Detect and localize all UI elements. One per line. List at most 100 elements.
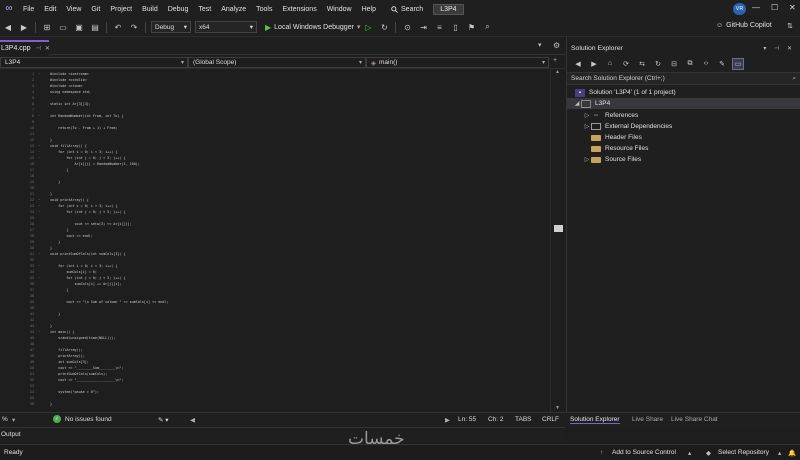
find-icon[interactable]: ⌕ [481,21,493,33]
scroll-right-icon[interactable]: ▶ [445,416,450,424]
close-window-icon[interactable]: ✕ [789,3,796,12]
issues-indicator[interactable]: ✓ No issues found [53,415,112,423]
menu-analyze[interactable]: Analyze [216,6,251,13]
code-line[interactable]: 56} [0,401,550,407]
back-icon[interactable]: ◀ [2,21,14,33]
add-to-source-control-button[interactable]: Add to Source Control [612,449,676,456]
chevron-down-icon: ▾ [358,60,362,66]
solution-name-badge[interactable]: L3P4 [433,3,464,15]
save-icon[interactable]: ▣ [73,21,85,33]
menu-project[interactable]: Project [105,6,137,13]
menu-view[interactable]: View [61,6,86,13]
tree-item-project[interactable]: ◢ L3P4 [567,98,800,109]
menu-extensions[interactable]: Extensions [277,6,321,13]
line-number-indicator[interactable]: Ln: 55 [458,416,476,423]
indentation-indicator[interactable]: TABS [515,416,532,423]
tree-item-resource-files[interactable]: Resource Files [567,143,800,154]
sync-icon[interactable]: ⇆ [636,58,648,70]
gear-icon[interactable]: ⚙ [553,41,560,50]
notifications-icon[interactable]: 🔔 [788,449,796,457]
scroll-left-icon[interactable]: ◀ [190,416,195,424]
project-dropdown[interactable]: L3P4 ▾ [0,57,188,68]
refresh-icon[interactable]: ↻ [652,58,664,70]
scope-dropdown[interactable]: (Global Scope) ▾ [188,57,366,68]
platform-select[interactable]: x64 ▾ [195,21,257,33]
scroll-up-icon[interactable]: ▲ [555,69,560,75]
tree-item-solution[interactable]: ▪ Solution 'L3P4' (1 of 1 project) [567,87,800,98]
line-ending-indicator[interactable]: CRLF [542,416,559,423]
scrollbar-thumb[interactable] [554,225,563,232]
forward-icon[interactable]: ▶ [18,21,30,33]
redo-icon[interactable]: ↷ [128,21,140,33]
tree-item-references[interactable]: ▷ ▫▫ References [567,110,800,121]
tab-l3p4-cpp[interactable]: L3P4.cpp ⊣ ✕ [0,40,50,55]
start-without-debugging-icon[interactable]: ▷ [362,21,374,33]
home-icon[interactable]: ⌂ [604,58,616,70]
split-editor-icon[interactable]: + [553,57,557,64]
pin-icon[interactable]: ⊣ [36,45,41,52]
select-repository-button[interactable]: Select Repository [718,449,769,456]
menu-debug[interactable]: Debug [163,6,194,13]
menu-test[interactable]: Test [193,6,216,13]
preview-icon[interactable]: ▭ [732,57,744,70]
output-panel-tab[interactable]: Output [0,427,565,442]
column-indicator[interactable]: Ch: 2 [488,416,504,423]
menu-help[interactable]: Help [357,6,381,13]
panel-controls[interactable]: ▾ ⊣ ✕ [763,45,795,52]
open-folder-icon[interactable]: ▭ [57,21,69,33]
menu-tools[interactable]: Tools [251,6,277,13]
caret-expanded-icon[interactable]: ◢ [573,100,581,107]
menu-build[interactable]: Build [137,6,163,13]
tree-item-header-files[interactable]: Header Files [567,132,800,143]
tab-solution-explorer[interactable]: Solution Explorer [570,416,620,424]
properties-icon[interactable]: ✎ [716,58,728,70]
user-avatar[interactable]: VR [733,3,746,15]
forward-icon[interactable]: ▶ [588,58,600,70]
vertical-scrollbar[interactable]: ▲ ▼ [550,69,565,412]
chevron-up-icon[interactable]: ▴ [688,449,691,457]
code-view-icon[interactable]: ‹› [700,58,712,70]
comment-icon[interactable]: ▯ [449,21,461,33]
caret-collapsed-icon[interactable]: ▷ [583,123,591,130]
menu-git[interactable]: Git [86,6,105,13]
menu-edit[interactable]: Edit [39,6,61,13]
github-copilot-button[interactable]: ☺ GitHub Copilot [716,22,772,29]
menu-window[interactable]: Window [322,6,357,13]
bookmark-icon[interactable]: ⚑ [465,21,477,33]
tab-live-share[interactable]: Live Share [632,416,663,423]
code-editor[interactable]: 1- #include <iostream> 2 #include <cstdlib>… [0,69,550,412]
zoom-level[interactable]: % [2,416,8,423]
solution-explorer-search-input[interactable]: Search Solution Explorer (Ctrl+;) ⌕ [567,72,800,85]
tab-live-share-chat[interactable]: Live Share Chat [671,416,718,423]
tree-item-source-files[interactable]: ▷ Source Files [567,154,800,165]
breakpoint-icon[interactable]: ⊙ [401,21,413,33]
maximize-icon[interactable]: ☐ [771,3,778,12]
tree-item-label: L3P4 [595,100,611,107]
code-cleanup-icon[interactable]: ✎ ▾ [158,416,169,424]
caret-collapsed-icon[interactable]: ▷ [583,112,591,119]
close-icon[interactable]: ✕ [45,45,50,52]
chevron-down-icon[interactable]: ▾ [12,416,15,424]
new-item-icon[interactable]: ⊞ [41,21,53,33]
search-button[interactable]: Search [391,6,423,13]
minimize-icon[interactable]: — [752,3,760,12]
collapse-all-icon[interactable]: ⊟ [668,58,680,70]
scroll-down-icon[interactable]: ▼ [555,405,560,411]
tree-item-external-dependencies[interactable]: ▷ External Dependencies [567,121,800,132]
switch-views-icon[interactable]: ⟳ [620,58,632,70]
format-icon[interactable]: ≡ [433,21,445,33]
undo-icon[interactable]: ↶ [112,21,124,33]
save-all-icon[interactable]: ▤ [89,21,101,33]
tab-list-dropdown-icon[interactable]: ▾ [538,41,542,49]
show-all-files-icon[interactable]: ⧉ [684,58,696,70]
chevron-up-icon[interactable]: ▴ [778,449,781,457]
menu-file[interactable]: File [18,6,39,13]
caret-collapsed-icon[interactable]: ▷ [583,156,591,163]
refresh-icon[interactable]: ↻ [378,21,390,33]
back-icon[interactable]: ◀ [572,58,584,70]
configuration-select[interactable]: Debug ▾ [151,21,191,33]
feedback-icon[interactable]: ⇅ [787,22,793,30]
step-icon[interactable]: ⇥ [417,21,429,33]
start-debugging-button[interactable]: ▶ Local Windows Debugger ▾ [265,23,360,32]
member-dropdown[interactable]: ◈ main() ▾ [366,57,549,68]
